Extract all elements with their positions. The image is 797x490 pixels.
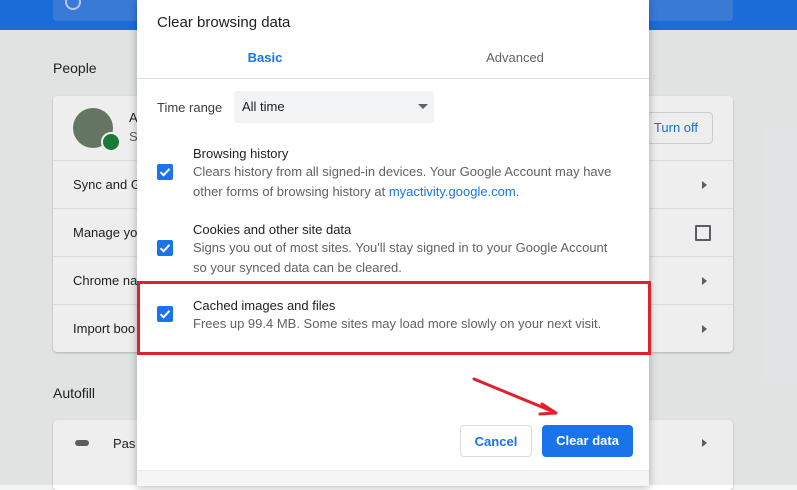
checkmark-icon — [159, 244, 171, 253]
time-range-label: Time range — [157, 100, 223, 115]
cookies-desc: Signs you out of most sites. You'll stay… — [193, 240, 608, 275]
browsing-history-desc: Clears history from all signed-in device… — [193, 162, 623, 202]
checkmark-icon — [159, 168, 171, 177]
clear-data-button[interactable]: Clear data — [542, 425, 633, 457]
cookies-title: Cookies and other site data — [193, 222, 352, 237]
time-range-select[interactable]: All time — [234, 91, 434, 123]
clear-browsing-data-dialog: Clear browsing data Basic Advanced Time … — [137, 0, 649, 486]
dialog-tabs: Basic Advanced — [137, 44, 649, 79]
tab-advanced[interactable]: Advanced — [387, 50, 643, 65]
time-range-value: All time — [242, 99, 285, 114]
highlight-box — [137, 281, 651, 355]
cookies-checkbox[interactable] — [157, 240, 173, 256]
browsing-history-desc-end: . — [515, 184, 520, 199]
cancel-button[interactable]: Cancel — [460, 425, 532, 457]
dropdown-arrow-icon — [418, 104, 428, 109]
dialog-title: Clear browsing data — [157, 14, 291, 31]
dialog-footer — [137, 470, 649, 486]
myactivity-link[interactable]: myactivity.google.com — [389, 184, 516, 199]
annotation-arrow-icon — [472, 377, 558, 416]
browsing-history-title: Browsing history — [193, 146, 289, 161]
browsing-history-checkbox[interactable] — [157, 164, 173, 180]
tab-basic[interactable]: Basic — [137, 50, 393, 65]
